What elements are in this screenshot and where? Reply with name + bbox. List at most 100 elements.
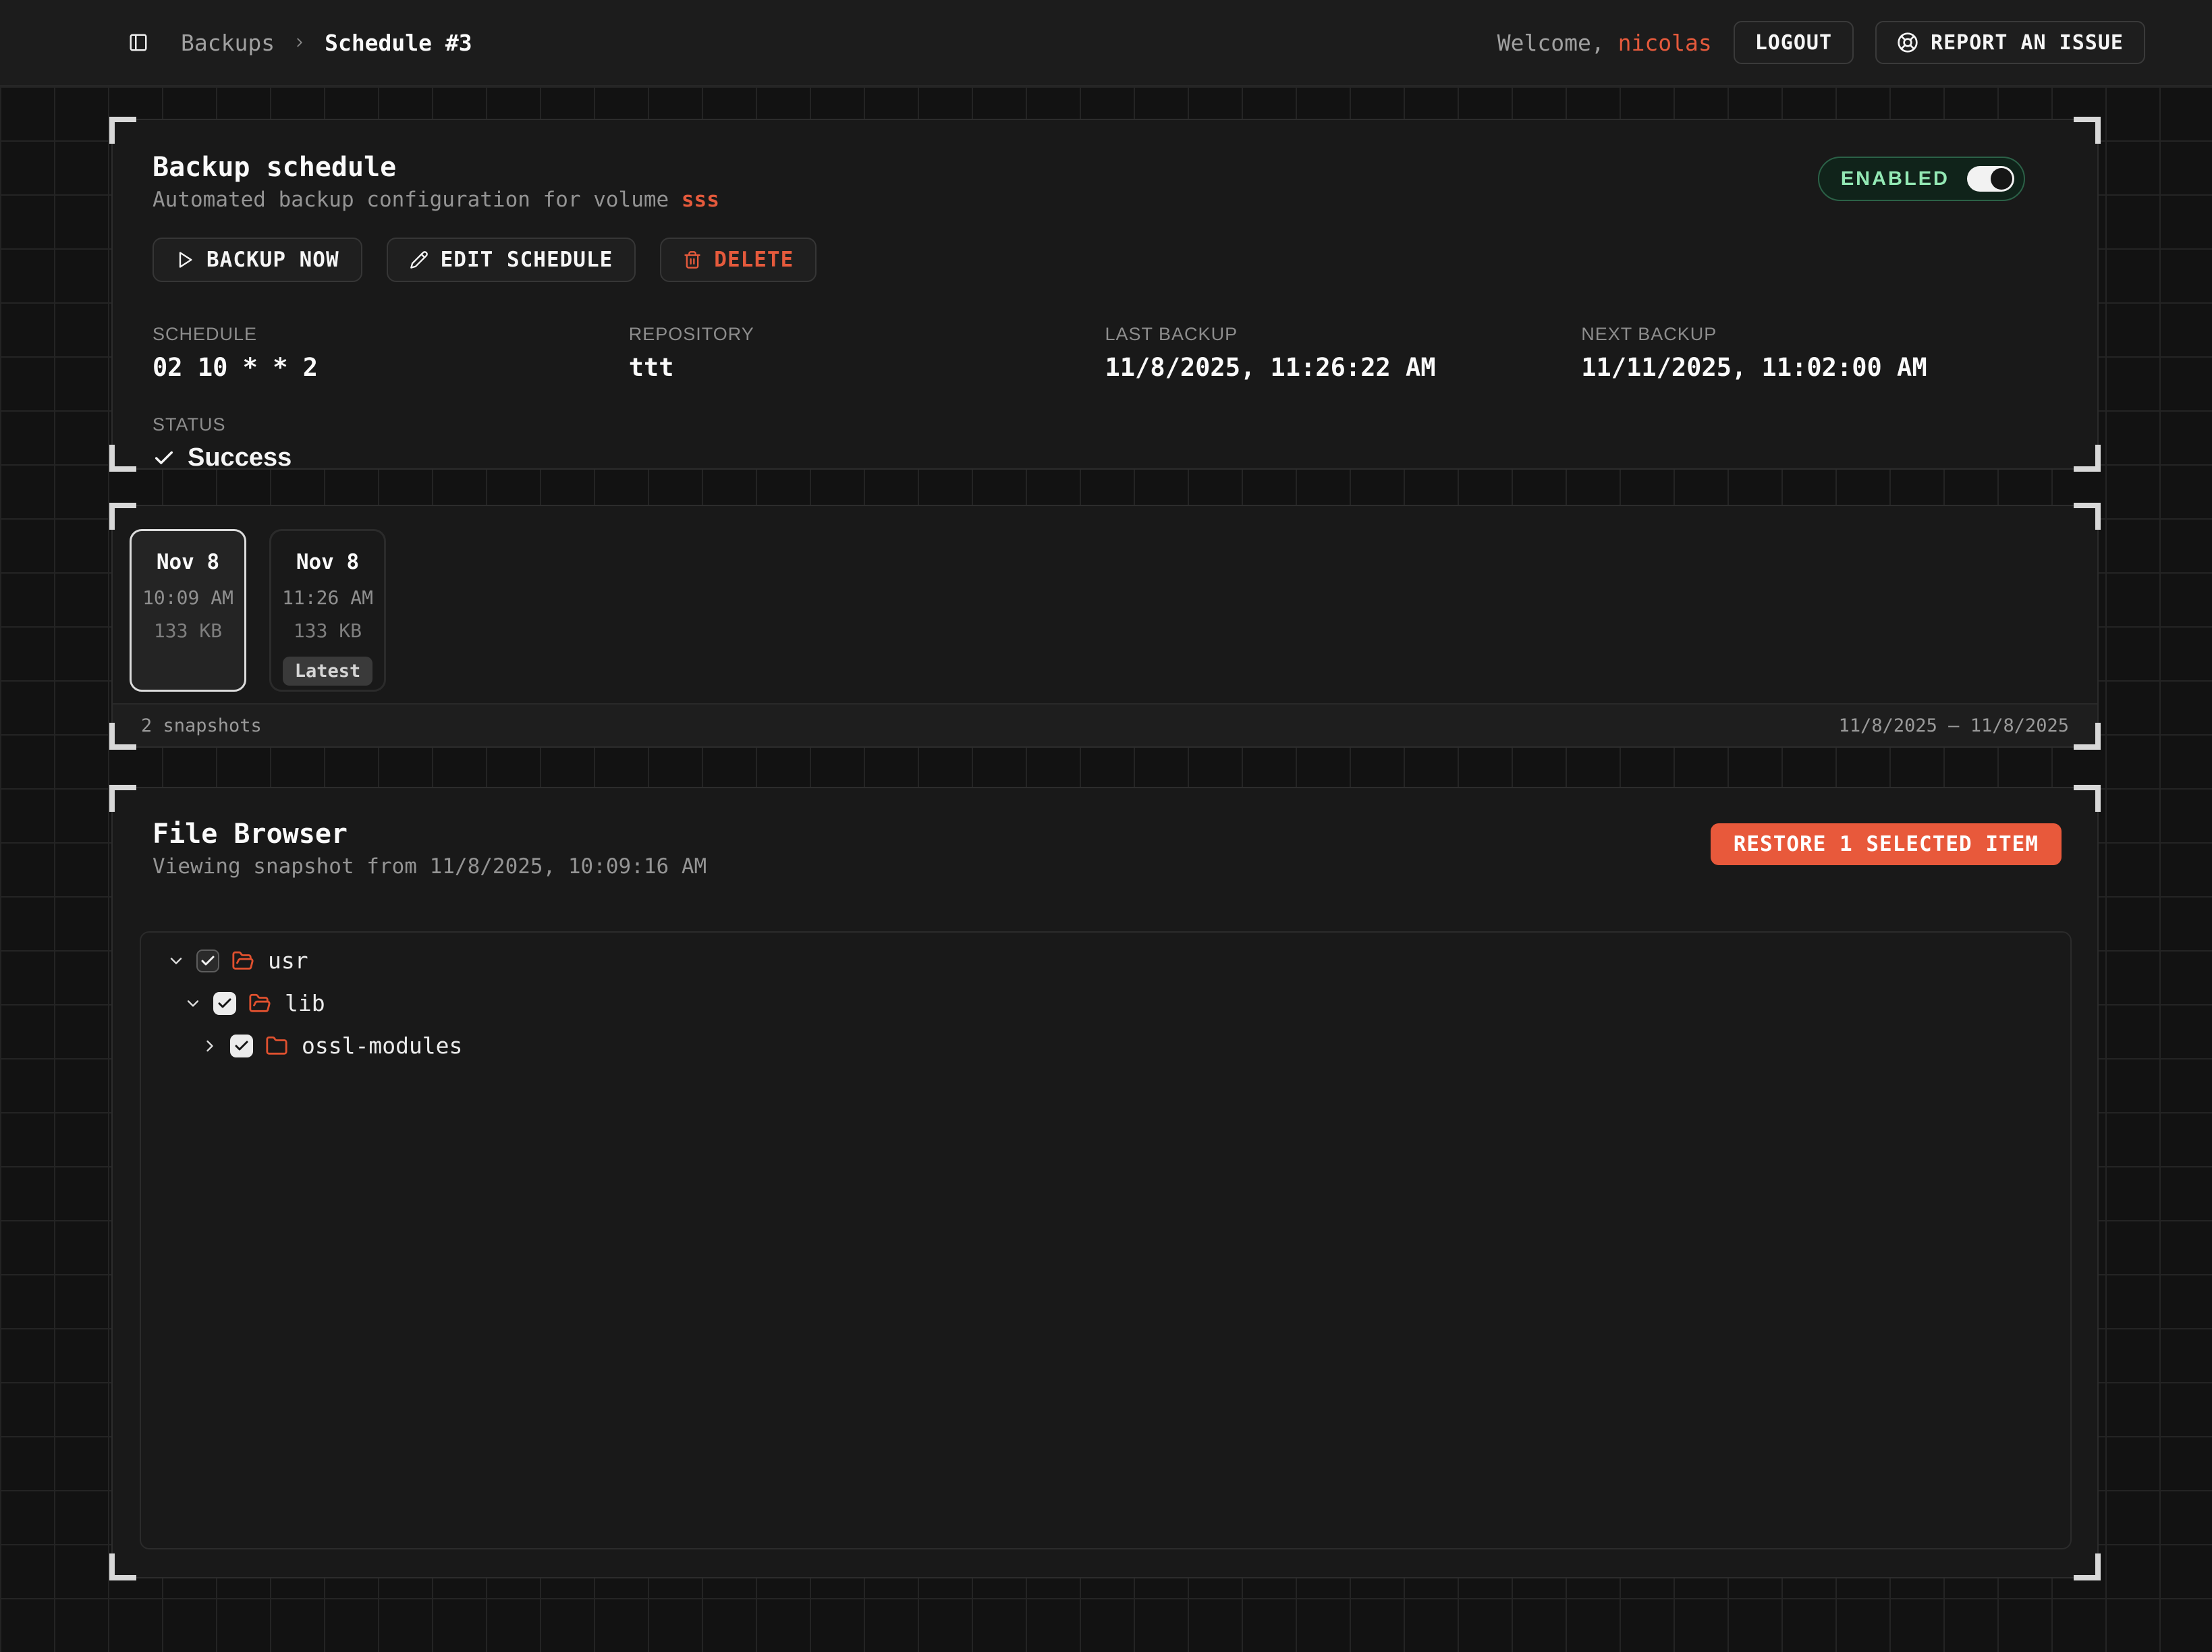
- topbar-right: Welcome, nicolas LOGOUT REPORT AN ISSUE: [1497, 21, 2145, 64]
- field-status-label: STATUS: [153, 414, 2057, 435]
- field-schedule: SCHEDULE 02 10 * * 2: [153, 324, 629, 382]
- latest-badge: Latest: [283, 657, 373, 686]
- snapshot-size: 133 KB: [154, 620, 222, 642]
- field-last-backup-label: LAST BACKUP: [1105, 324, 1582, 345]
- topbar-left: Backups Schedule #3: [128, 30, 472, 56]
- snapshot-time: 10:09 AM: [142, 586, 233, 609]
- delete-label: DELETE: [714, 248, 794, 272]
- snapshots-footer: 2 snapshots 11/8/2025 – 11/8/2025: [113, 703, 2097, 746]
- report-issue-label: REPORT AN ISSUE: [1931, 31, 2124, 55]
- corner-bracket: [109, 785, 136, 812]
- checkbox-lib[interactable]: [213, 992, 236, 1015]
- file-browser-titles: File Browser Viewing snapshot from 11/8/…: [153, 818, 707, 879]
- file-browser-subtitle: Viewing snapshot from 11/8/2025, 10:09:1…: [153, 854, 707, 879]
- page-title: Backup schedule: [153, 151, 719, 184]
- topbar: Backups Schedule #3 Welcome, nicolas LOG…: [0, 0, 2212, 86]
- field-repository: REPOSITORY ttt: [629, 324, 1105, 382]
- checkbox-usr[interactable]: [196, 949, 219, 972]
- username: nicolas: [1618, 30, 1712, 56]
- volume-name: sss: [682, 188, 719, 212]
- report-issue-button[interactable]: REPORT AN ISSUE: [1875, 21, 2145, 64]
- snapshot-card-selected[interactable]: Nov 8 10:09 AM 133 KB: [130, 529, 246, 692]
- restore-selected-label: RESTORE 1 SELECTED ITEM: [1734, 832, 2039, 856]
- snapshot-date: Nov 8: [157, 550, 219, 574]
- folder-open-icon: [248, 992, 271, 1015]
- snapshot-card-latest[interactable]: Nov 8 11:26 AM 133 KB Latest: [269, 529, 386, 692]
- corner-bracket: [109, 1553, 136, 1580]
- logout-button[interactable]: LOGOUT: [1734, 21, 1854, 64]
- corner-bracket: [2074, 1553, 2101, 1580]
- tree-row-lib[interactable]: lib: [141, 982, 2070, 1024]
- corner-bracket: [2074, 117, 2101, 144]
- chevron-right-icon: [292, 35, 307, 50]
- snapshot-date-range: 11/8/2025 – 11/8/2025: [1839, 715, 2069, 736]
- field-repository-label: REPOSITORY: [629, 324, 1105, 345]
- enabled-toggle-label: ENABLED: [1841, 168, 1950, 190]
- snapshot-list: Nov 8 10:09 AM 133 KB Nov 8 11:26 AM 133…: [113, 506, 2097, 703]
- trash-icon: [683, 250, 702, 269]
- corner-bracket: [2074, 785, 2101, 812]
- check-icon: [153, 447, 175, 470]
- folder-icon: [265, 1035, 288, 1057]
- toggle-switch[interactable]: [1967, 166, 2014, 192]
- breadcrumb-backups[interactable]: Backups: [181, 30, 275, 56]
- breadcrumb-current: Schedule #3: [325, 30, 472, 56]
- welcome-prefix: Welcome,: [1497, 30, 1605, 56]
- welcome-text: Welcome, nicolas: [1497, 30, 1712, 56]
- edit-schedule-button[interactable]: EDIT SCHEDULE: [387, 238, 636, 282]
- schedule-panel-titles: Backup schedule Automated backup configu…: [153, 151, 719, 212]
- schedule-subtitle: Automated backup configuration for volum…: [153, 188, 719, 212]
- file-browser-panel: File Browser Viewing snapshot from 11/8/…: [111, 787, 2099, 1578]
- file-tree: usr lib ossl-modules: [140, 931, 2072, 1549]
- backup-schedule-panel: Backup schedule Automated backup configu…: [111, 119, 2099, 470]
- snapshot-count: 2 snapshots: [141, 715, 262, 736]
- snapshot-time: 11:26 AM: [282, 586, 373, 609]
- corner-bracket: [109, 117, 136, 144]
- corner-bracket: [2074, 445, 2101, 472]
- field-next-backup-value: 11/11/2025, 11:02:00 AM: [1581, 353, 2057, 382]
- status-badge: Success: [153, 443, 2057, 472]
- backup-now-label: BACKUP NOW: [206, 248, 339, 272]
- snapshots-panel: Nov 8 10:09 AM 133 KB Nov 8 11:26 AM 133…: [111, 505, 2099, 748]
- life-buoy-icon: [1897, 32, 1918, 53]
- snapshot-size: 133 KB: [294, 620, 362, 642]
- corner-bracket: [109, 445, 136, 472]
- folder-open-icon: [231, 949, 254, 972]
- status-text: Success: [188, 443, 292, 472]
- field-schedule-value: 02 10 * * 2: [153, 353, 629, 382]
- logout-button-label: LOGOUT: [1755, 31, 1832, 55]
- pencil-icon: [410, 250, 428, 269]
- backup-now-button[interactable]: BACKUP NOW: [153, 238, 362, 282]
- chevron-down-icon[interactable]: [167, 952, 186, 970]
- delete-button[interactable]: DELETE: [660, 238, 817, 282]
- backup-app-page: { "topbar": { "breadcrumb": { "root": "B…: [0, 0, 2212, 1652]
- tree-row-ossl-modules[interactable]: ossl-modules: [141, 1024, 2070, 1067]
- file-browser-header: File Browser Viewing snapshot from 11/8/…: [113, 818, 2097, 879]
- schedule-subtitle-text: Automated backup configuration for volum…: [153, 188, 682, 212]
- chevron-down-icon[interactable]: [184, 994, 202, 1013]
- sidebar-toggle-button[interactable]: [128, 32, 148, 53]
- snapshot-date: Nov 8: [296, 550, 359, 574]
- schedule-details: SCHEDULE 02 10 * * 2 REPOSITORY ttt LAST…: [153, 324, 2057, 382]
- panel-left-icon: [128, 32, 148, 53]
- tree-label-usr[interactable]: usr: [268, 947, 308, 974]
- field-schedule-label: SCHEDULE: [153, 324, 629, 345]
- checkbox-ossl-modules[interactable]: [230, 1035, 253, 1057]
- breadcrumb: Backups Schedule #3: [181, 30, 472, 56]
- file-browser-title: File Browser: [153, 818, 707, 850]
- tree-row-usr[interactable]: usr: [141, 939, 2070, 982]
- restore-selected-button[interactable]: RESTORE 1 SELECTED ITEM: [1711, 823, 2062, 865]
- field-repository-value: ttt: [629, 353, 1105, 382]
- edit-schedule-label: EDIT SCHEDULE: [441, 248, 613, 272]
- schedule-panel-header: Backup schedule Automated backup configu…: [153, 151, 2057, 212]
- chevron-right-icon[interactable]: [200, 1037, 219, 1055]
- play-icon: [175, 250, 194, 269]
- schedule-actions: BACKUP NOW EDIT SCHEDULE DELETE: [153, 238, 2057, 282]
- field-next-backup-label: NEXT BACKUP: [1581, 324, 2057, 345]
- enabled-toggle[interactable]: ENABLED: [1818, 157, 2025, 201]
- field-next-backup: NEXT BACKUP 11/11/2025, 11:02:00 AM: [1581, 324, 2057, 382]
- toggle-knob: [1991, 168, 2012, 190]
- tree-label-lib[interactable]: lib: [285, 990, 325, 1016]
- field-status: STATUS Success: [153, 414, 2057, 472]
- tree-label-ossl-modules[interactable]: ossl-modules: [302, 1032, 462, 1059]
